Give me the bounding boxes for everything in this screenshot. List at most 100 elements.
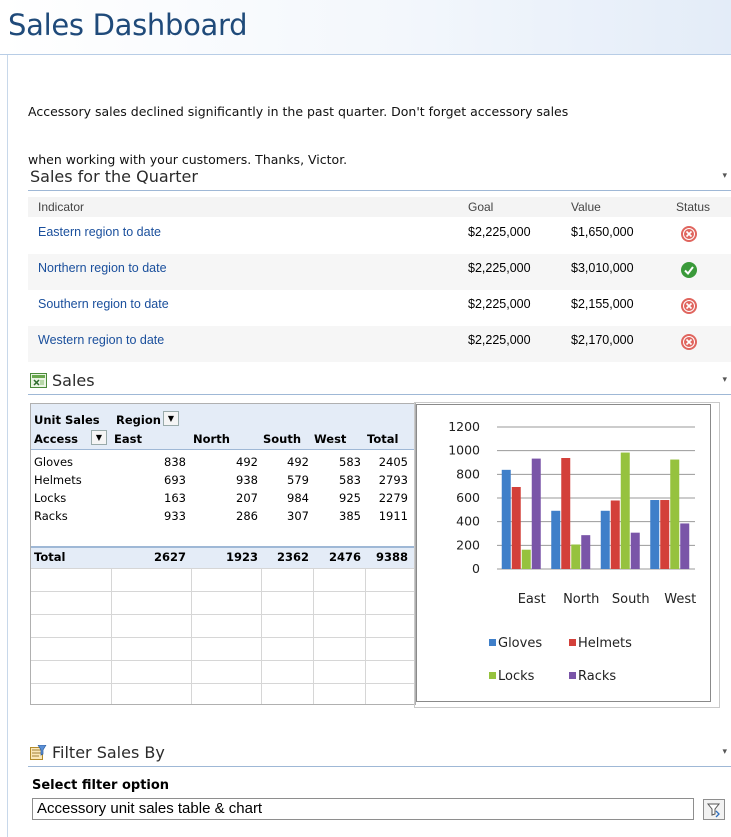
chart-legend-swatch (489, 672, 496, 679)
pivot-row-label: Helmets (34, 473, 82, 487)
chart-bar (680, 523, 690, 569)
pivot-row-label: Racks (34, 509, 68, 523)
pivot-grid-line (191, 568, 192, 704)
pivot-grid-line (261, 568, 262, 704)
status-error-icon (680, 297, 698, 315)
pivot-cell: 583 (339, 473, 361, 487)
chart-bar (600, 510, 610, 569)
kpi-col-goal[interactable]: Goal (468, 200, 493, 214)
kpi-col-status[interactable]: Status (676, 200, 710, 214)
chart-bar (561, 458, 571, 569)
chart-x-tick-label: North (563, 592, 599, 607)
pivot-header-rule (31, 449, 415, 450)
chart-legend-label: Racks (578, 669, 616, 684)
kpi-value: $1,650,000 (571, 225, 634, 239)
filter-webpart-title: Filter Sales By (52, 743, 165, 762)
kpi-indicator-link[interactable]: Western region to date (38, 333, 164, 347)
kpi-indicator-link[interactable]: Northern region to date (38, 261, 167, 275)
sales-webpart-menu-button[interactable]: ▾ (722, 374, 727, 385)
filter-webpart-header: Filter Sales By ▾ (28, 740, 731, 767)
page-title-bar: Sales Dashboard (0, 0, 731, 55)
kpi-goal: $2,225,000 (468, 225, 531, 239)
pivot-row-field: Access (34, 432, 79, 446)
page-title: Sales Dashboard (8, 8, 248, 42)
kpi-header-row: Indicator Goal Value Status (28, 197, 731, 217)
filter-webpart-icon (30, 744, 47, 760)
pivot-cell: 307 (287, 509, 309, 523)
chart-x-tick-label: South (612, 592, 650, 607)
kpi-col-indicator[interactable]: Indicator (38, 200, 84, 214)
intro-line-1: Accessory sales declined significantly i… (28, 104, 569, 119)
chart-y-tick-label: 600 (456, 490, 480, 505)
pivot-column-header: Total (367, 432, 399, 446)
pivot-total-cell: 1923 (225, 550, 258, 564)
pivot-column-header: East (114, 432, 142, 446)
chart-legend-swatch (569, 639, 576, 646)
pivot-grid-line (111, 568, 112, 704)
pivot-measure-label: Unit Sales (34, 413, 100, 427)
pivot-total-cell: 2627 (153, 550, 186, 564)
chart-bar (501, 469, 511, 569)
kpi-goal: $2,225,000 (468, 261, 531, 275)
status-error-icon (680, 225, 698, 243)
pivot-cell: 492 (236, 455, 258, 469)
pivot-column-field: Region (116, 413, 161, 427)
kpi-value: $2,155,000 (571, 297, 634, 311)
pivot-grid-line (365, 568, 366, 704)
chart-x-tick-label: West (664, 592, 696, 607)
filter-apply-button[interactable] (703, 799, 725, 820)
pivot-column-header: North (193, 432, 230, 446)
kpi-webpart-header: Sales for the Quarter ▾ (28, 164, 731, 191)
filter-option-label: Select filter option (32, 778, 170, 793)
chart-x-tick-label: East (518, 592, 546, 607)
chart-y-tick-label: 1200 (448, 419, 480, 434)
chart-bar (610, 500, 620, 569)
chart-y-tick-label: 1000 (448, 443, 480, 458)
sales-chart: 0 200 400 600 800 1000 1200 East North South West G… (416, 404, 711, 702)
pivot-cell: 163 (164, 491, 186, 505)
access-filter-dropdown-icon[interactable]: ▼ (91, 430, 107, 445)
chart-bar (531, 458, 541, 569)
chart-y-tick-label: 0 (472, 561, 480, 576)
pivot-grid-line (31, 660, 415, 661)
kpi-row: Northern region to date $2,225,000 $3,010,… (28, 254, 731, 290)
pivot-grid-line (31, 614, 415, 615)
chart-bar (650, 500, 660, 569)
pivot-cell: 286 (236, 509, 258, 523)
kpi-indicator-link[interactable]: Eastern region to date (38, 225, 161, 239)
pivot-cell: 579 (287, 473, 309, 487)
chart-svg: 0 200 400 600 800 1000 1200 East North South West G… (448, 419, 696, 684)
pivot-cell: 933 (164, 509, 186, 523)
excel-icon (30, 373, 47, 388)
chart-bar (511, 486, 521, 569)
pivot-cell: 838 (164, 455, 186, 469)
pivot-grid-line (313, 568, 314, 704)
kpi-webpart-title: Sales for the Quarter (30, 167, 198, 186)
region-filter-dropdown-icon[interactable]: ▼ (163, 411, 179, 426)
pivot-total-cell: 9388 (375, 550, 408, 564)
pivot-cell: 938 (236, 473, 258, 487)
pivot-grid-line (31, 568, 415, 569)
filter-webpart-menu-button[interactable]: ▾ (722, 746, 727, 757)
kpi-goal: $2,225,000 (468, 333, 531, 347)
chart-bar (620, 452, 630, 569)
pivot-cell: 2793 (378, 473, 408, 487)
chart-legend-swatch (489, 639, 496, 646)
filter-icon (704, 803, 724, 823)
pivot-column-header: South (263, 432, 302, 446)
kpi-indicator-link[interactable]: Southern region to date (38, 297, 169, 311)
chart-legend-label: Locks (498, 669, 535, 684)
kpi-col-value[interactable]: Value (571, 200, 601, 214)
pivot-cell: 925 (339, 491, 361, 505)
pivot-cell: 385 (339, 509, 361, 523)
kpi-value: $2,170,000 (571, 333, 634, 347)
kpi-webpart-menu-button[interactable]: ▾ (722, 170, 727, 181)
pivot-cell: 2405 (378, 455, 408, 469)
kpi-row: Eastern region to date $2,225,000 $1,650,0… (28, 218, 731, 254)
chart-bar (551, 510, 561, 569)
kpi-value: $3,010,000 (571, 261, 634, 275)
chart-bar (630, 532, 640, 569)
chart-legend-swatch (569, 672, 576, 679)
filter-option-select[interactable]: Accessory unit sales table & chart (32, 798, 694, 820)
zone-border (7, 55, 8, 837)
